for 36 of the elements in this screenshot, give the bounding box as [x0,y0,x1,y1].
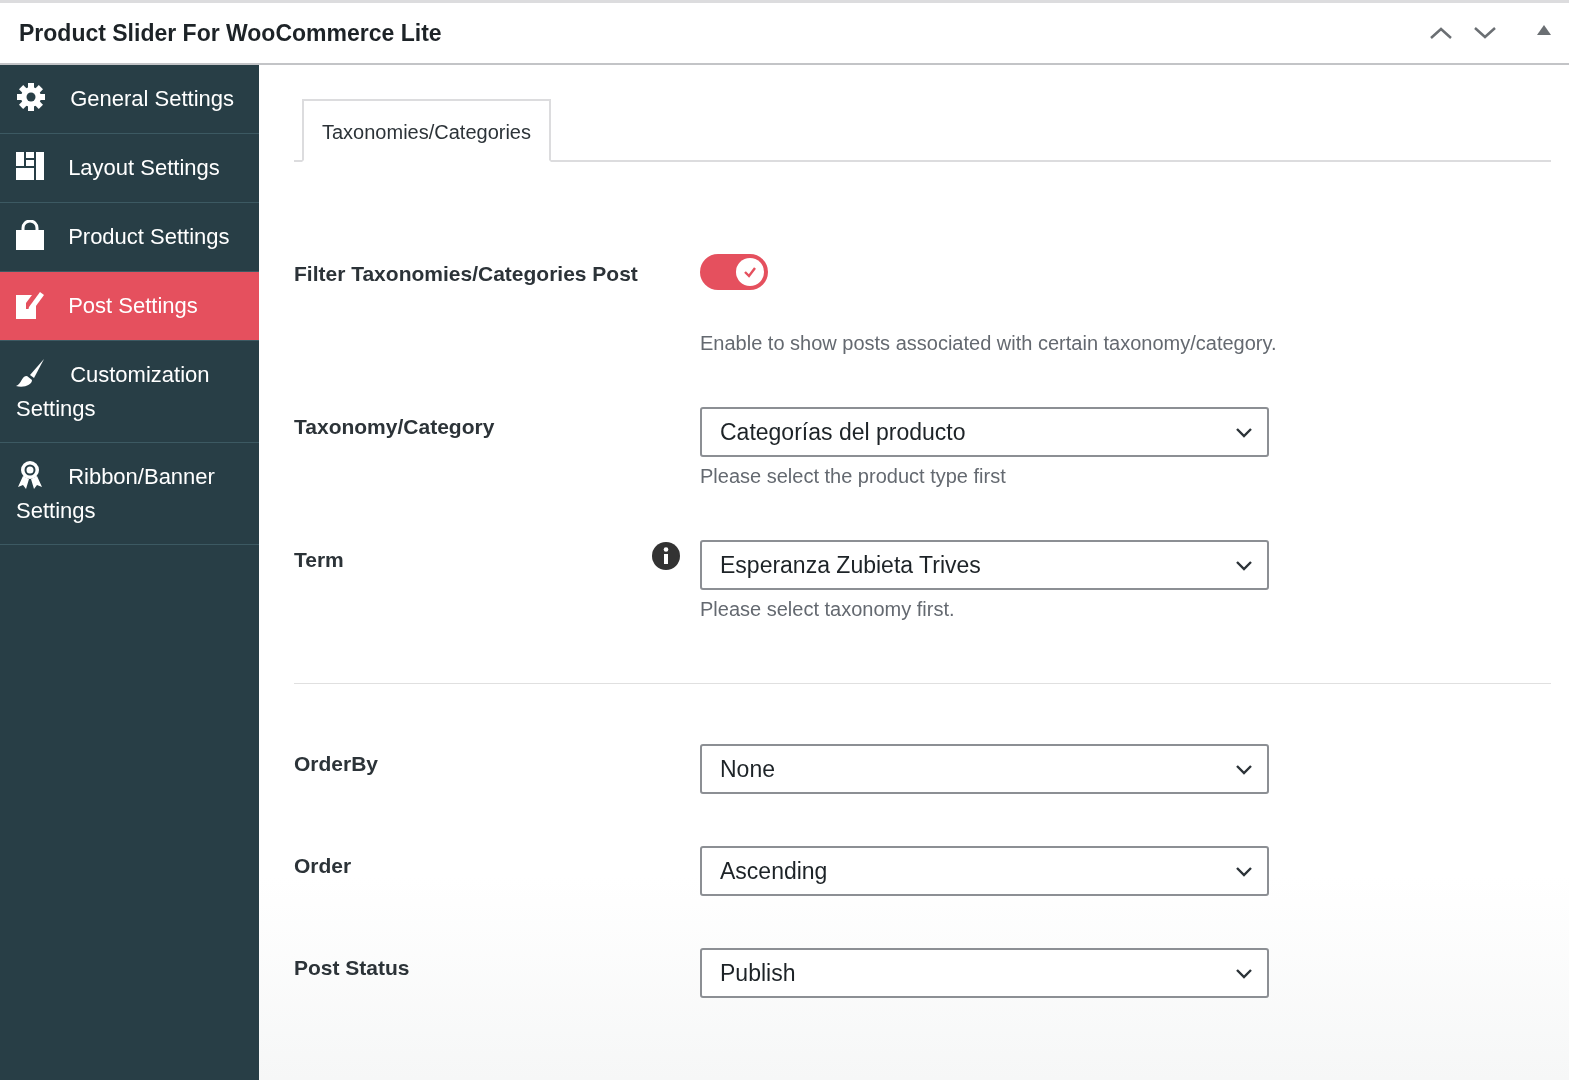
layout-grid-icon [16,152,44,181]
award-ribbon-icon [16,460,44,491]
dropdown-select[interactable]: Categorías del producto [700,407,1269,457]
sidebar-item[interactable]: Post Settings [0,272,259,341]
tab[interactable]: Taxonomies/Categories [302,99,551,162]
caret-icon [1235,559,1253,571]
field-label: Filter Taxonomies/Categories Post [294,262,638,286]
dropdown-select[interactable]: Ascending [700,846,1269,896]
caret-icon [1235,865,1253,877]
triangle-up-icon[interactable] [1537,25,1551,35]
dropdown-select[interactable]: None [700,744,1269,794]
sidebar-item[interactable]: Layout Settings [0,134,259,203]
checkmark-icon [743,266,757,278]
help-text: Please select the product type first [700,465,1007,488]
field-label: Post Status [294,956,410,980]
caret-icon [1235,967,1253,979]
toggle-switch[interactable] [700,254,768,290]
brush-icon [16,359,46,388]
field-label: OrderBy [294,752,379,776]
help-text: Please select taxonomy first. [700,598,956,621]
chevron-down-icon[interactable] [1473,26,1497,40]
shopping-bag-icon [16,220,44,251]
field-label: Term [294,548,344,572]
sidebar-item[interactable]: General Settings [0,65,259,134]
dropdown-select[interactable]: Publish [700,948,1269,998]
chevron-up-icon[interactable] [1429,26,1453,40]
gear-icon [16,82,46,113]
dropdown-select[interactable]: Esperanza Zubieta Trives [700,540,1269,590]
caret-icon [1235,763,1253,775]
help-text: Enable to show posts associated with certain taxonomy/category. [700,332,1277,355]
caret-icon [1235,426,1253,438]
info-icon[interactable] [652,542,680,570]
edit-icon [16,289,44,320]
field-label: Order [294,854,352,878]
window-title: Product Slider For WooCommerce Lite [19,19,442,47]
field-label: Taxonomy/Category [294,415,495,439]
